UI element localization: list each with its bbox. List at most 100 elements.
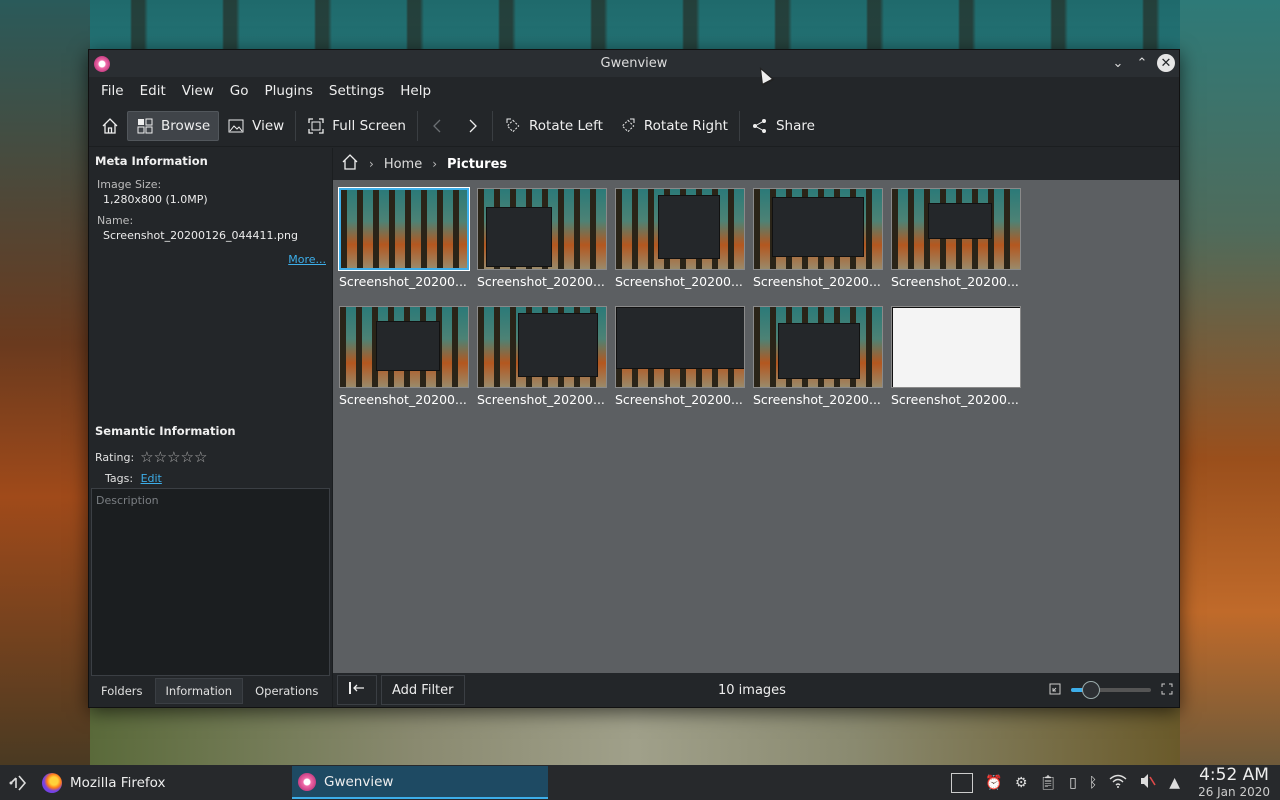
clock[interactable]: 4:52 AM 26 Jan 2020 [1198, 767, 1270, 799]
rotate-right-button[interactable]: Rotate Right [611, 111, 736, 141]
thumbnail-item[interactable]: Screenshot_20200... [889, 186, 1023, 304]
grid-icon [136, 117, 154, 135]
tags-edit-link[interactable]: Edit [141, 472, 162, 485]
thumbnail-item[interactable]: Screenshot_20200... [613, 186, 747, 304]
browse-button[interactable]: Browse [127, 110, 220, 141]
meta-information-title: Meta Information [95, 154, 208, 168]
description-field[interactable]: Description [91, 488, 330, 676]
rating-row: Rating: ☆☆☆☆☆ [89, 448, 332, 466]
zoom-in-icon[interactable] [1161, 683, 1173, 698]
rotate-left-button[interactable]: Rotate Left [496, 111, 611, 141]
fullscreen-label: Full Screen [332, 117, 406, 134]
menu-plugins[interactable]: Plugins [257, 79, 321, 103]
thumbnail-item[interactable]: Screenshot_20200... [337, 304, 471, 422]
thumbnail-image[interactable] [753, 188, 883, 270]
previous-button[interactable] [421, 111, 455, 141]
thumbnail-image[interactable] [477, 306, 607, 388]
task-gwenview[interactable]: Gwenview [292, 766, 548, 799]
add-filter-button[interactable]: Add Filter [381, 675, 465, 705]
thumbnail-image[interactable] [615, 306, 745, 388]
view-button[interactable]: View [219, 111, 292, 141]
breadcrumb-home[interactable]: Home [384, 157, 422, 172]
taskbar: Mozilla Firefox Gwenview ⏰ ⚙ 📋︎ ▯ ᛒ ▲ 4:… [0, 765, 1280, 800]
menu-bar: File Edit View Go Plugins Settings Help [89, 77, 1179, 105]
image-icon [227, 117, 245, 135]
rotate-left-icon [504, 117, 522, 135]
rating-label: Rating: [95, 450, 135, 464]
gwenview-app-icon[interactable] [94, 55, 110, 72]
title-bar[interactable]: Gwenview ⌄ ⌃ ✕ [89, 50, 1179, 77]
menu-settings[interactable]: Settings [321, 79, 392, 103]
minimize-icon[interactable]: ⌄ [1109, 54, 1127, 72]
storage-icon[interactable]: ▯ [1069, 775, 1077, 791]
tab-folders[interactable]: Folders [91, 679, 153, 703]
system-tray: ⏰ ⚙ 📋︎ ▯ ᛒ ▲ 4:52 AM 26 Jan 2020 [951, 765, 1270, 800]
rating-stars[interactable]: ☆☆☆☆☆ [140, 448, 207, 466]
menu-help[interactable]: Help [392, 79, 439, 103]
share-button[interactable]: Share [743, 111, 823, 141]
kdeconnect-icon[interactable]: ⚙ [1015, 775, 1028, 791]
menu-go[interactable]: Go [222, 79, 257, 103]
tab-information[interactable]: Information [154, 678, 244, 704]
wallpaper-right [1180, 0, 1280, 765]
image-size-label: Image Size: [97, 178, 162, 191]
thumbnail-label: Screenshot_20200... [753, 392, 881, 407]
task-gwenview-label: Gwenview [324, 773, 394, 790]
breadcrumb-root-icon[interactable] [341, 153, 359, 175]
more-link[interactable]: More... [288, 253, 326, 266]
menu-view[interactable]: View [174, 79, 222, 103]
zoom-out-icon[interactable] [1049, 683, 1061, 698]
thumbnail-window-preview [616, 307, 744, 369]
tray-expand-icon[interactable]: ▲ [1169, 775, 1180, 791]
main-toolbar: Browse View Full Screen Rotate Left Rota… [89, 105, 1179, 147]
thumbnail-image[interactable] [615, 188, 745, 270]
close-icon[interactable]: ✕ [1157, 54, 1175, 72]
notifications-icon[interactable]: ⏰ [985, 775, 1002, 791]
window-title: Gwenview [600, 56, 668, 71]
maximize-icon[interactable]: ⌃ [1133, 54, 1151, 72]
thumbnail-window-preview [928, 203, 992, 239]
application-launcher[interactable] [0, 765, 36, 800]
bluetooth-icon[interactable]: ᛒ [1089, 775, 1097, 791]
share-label: Share [775, 117, 815, 134]
home-button[interactable] [93, 111, 127, 141]
task-firefox[interactable]: Mozilla Firefox [36, 766, 292, 799]
thumbnail-image[interactable] [891, 306, 1021, 388]
thumbnail-image[interactable] [477, 188, 607, 270]
rotate-right-icon [619, 117, 637, 135]
volume-muted-icon[interactable] [1139, 773, 1157, 793]
semantic-information: Semantic Information Rating: ☆☆☆☆☆ Tags:… [89, 418, 332, 485]
thumbnail-image[interactable] [891, 188, 1021, 270]
zoom-slider-handle[interactable] [1082, 681, 1100, 699]
clipboard-icon[interactable]: 📋︎ [1039, 775, 1057, 791]
thumbnail-item[interactable]: Screenshot_20200... [475, 186, 609, 304]
next-button[interactable] [455, 111, 489, 141]
tab-operations[interactable]: Operations [245, 679, 328, 703]
thumbnail-label: Screenshot_20200... [615, 274, 743, 289]
fullscreen-button[interactable]: Full Screen [299, 111, 414, 141]
gwenview-window: Gwenview ⌄ ⌃ ✕ File Edit View Go Plugins… [88, 49, 1180, 708]
show-desktop-icon[interactable] [951, 772, 974, 793]
zoom-slider[interactable] [1071, 681, 1151, 699]
thumbnail-item[interactable]: Screenshot_20200... [337, 186, 471, 304]
thumbnail-item[interactable]: Screenshot_20200... [751, 304, 885, 422]
thumbnail-item[interactable]: Screenshot_20200... [889, 304, 1023, 422]
thumbnail-window-preview [376, 321, 440, 371]
thumbnail-item[interactable]: Screenshot_20200... [751, 186, 885, 304]
thumbnail-image[interactable] [338, 187, 470, 271]
thumbnail-window-preview [486, 207, 552, 267]
menu-file[interactable]: File [93, 79, 132, 103]
home-icon [101, 117, 119, 135]
thumbnail-image[interactable] [753, 306, 883, 388]
toggle-sidebar-button[interactable] [337, 675, 377, 705]
fullscreen-icon [307, 117, 325, 135]
thumbnail-item[interactable]: Screenshot_20200... [475, 304, 609, 422]
menu-edit[interactable]: Edit [132, 79, 174, 103]
thumbnail-label: Screenshot_20200... [339, 392, 467, 407]
share-icon [751, 117, 769, 135]
wifi-icon[interactable] [1109, 774, 1127, 792]
breadcrumb-current[interactable]: Pictures [447, 157, 507, 172]
thumbnail-label: Screenshot_20200... [339, 274, 467, 289]
thumbnail-image[interactable] [339, 306, 469, 388]
thumbnail-item[interactable]: Screenshot_20200... [613, 304, 747, 422]
